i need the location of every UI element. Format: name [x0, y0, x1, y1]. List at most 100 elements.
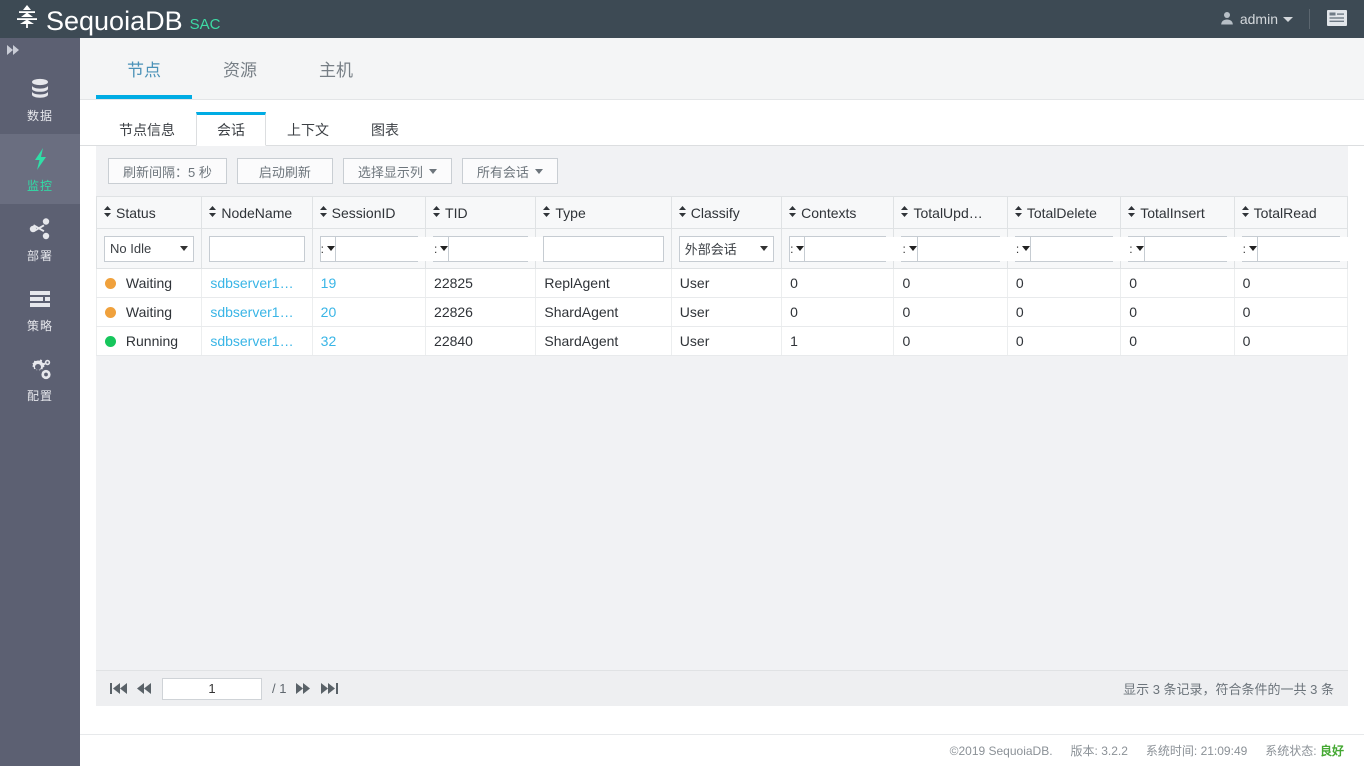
cell-contexts: 0	[781, 297, 895, 327]
cell-totalinsert: 0	[1120, 297, 1235, 327]
table-body: Waiting sdbserver1… 19 22825 ReplAgent U…	[95, 268, 1349, 356]
next-page-icon[interactable]	[296, 682, 311, 695]
operator-dropdown[interactable]: :	[790, 236, 806, 261]
brand-name: SequoiaDB	[46, 6, 183, 36]
column-header-label: SessionID	[331, 204, 396, 221]
operator-dropdown[interactable]: :	[434, 236, 450, 261]
node-name-link[interactable]: sdbserver1…	[210, 333, 293, 349]
sessions-panel: 刷新间隔：5 秒 启动刷新 选择显示列 所有会话 Status NodeName…	[95, 146, 1364, 706]
column-header-type[interactable]: Type	[535, 196, 672, 229]
column-header-label: TID	[445, 204, 468, 221]
totalinsert-filter-combo[interactable]: :	[1128, 235, 1329, 262]
node-name-link[interactable]: sdbserver1…	[210, 304, 293, 320]
session-id-link[interactable]: 20	[321, 304, 337, 320]
column-header-totalread[interactable]: TotalRead	[1233, 196, 1349, 229]
operator-dropdown[interactable]: :	[321, 236, 337, 261]
user-menu[interactable]: admin	[1220, 11, 1293, 28]
column-header-totalinsert[interactable]: TotalInsert	[1120, 196, 1235, 229]
column-header-label: TotalUpd…	[913, 204, 983, 221]
sidebar-item-data[interactable]: 数据	[0, 64, 80, 134]
cell-sessionid: 19	[311, 268, 427, 298]
chevron-down-icon	[1135, 246, 1144, 251]
table-row[interactable]: Waiting sdbserver1… 20 22826 ShardAgent …	[95, 297, 1349, 327]
subtab-node-info[interactable]: 节点信息	[98, 112, 196, 146]
system-time-label: 系统时间: 21:09:49	[1145, 744, 1248, 758]
column-header-totalupdate[interactable]: TotalUpd…	[893, 196, 1008, 229]
table-row[interactable]: Waiting sdbserver1… 19 22825 ReplAgent U…	[95, 268, 1349, 298]
filter-cell-totalinsert: :	[1120, 228, 1329, 269]
skip-to-last-icon[interactable]	[321, 682, 339, 695]
header-right: admin	[1220, 0, 1364, 38]
column-header-tid[interactable]: TID	[425, 196, 537, 229]
skip-to-first-icon[interactable]	[110, 682, 127, 695]
table-filter-row: No Idle :: 外部会话:::::	[95, 228, 1364, 269]
sidebar-item-deploy[interactable]: 部署	[0, 204, 80, 274]
session-id-link[interactable]: 19	[321, 275, 337, 291]
filter-cell-tid: :	[425, 228, 634, 269]
type-filter-input[interactable]	[543, 235, 664, 262]
sidebar-item-strategy[interactable]: 策略	[0, 274, 80, 344]
chevron-down-icon	[908, 246, 917, 251]
tab-nodes[interactable]: 节点	[96, 38, 192, 99]
refresh-interval-button[interactable]: 刷新间隔：5 秒	[108, 158, 227, 184]
column-header-classify[interactable]: Classify	[670, 196, 783, 229]
subtab-contexts[interactable]: 上下文	[266, 112, 350, 146]
column-header-nodename[interactable]: NodeName	[201, 196, 313, 229]
contexts-filter-combo[interactable]: :	[789, 235, 990, 262]
operator-label: :	[1129, 241, 1133, 256]
column-header-totaldelete[interactable]: TotalDelete	[1006, 196, 1122, 229]
chevron-down-icon	[440, 246, 449, 251]
sessionid-filter-combo[interactable]: :	[319, 235, 521, 262]
totalread-filter-combo[interactable]: :	[1241, 235, 1364, 262]
pagination-bar: / 1 显示 3 条记录，符合条件的一共 3 条	[96, 670, 1348, 706]
operator-dropdown[interactable]: :	[1243, 236, 1258, 261]
cell-nodename: sdbserver1…	[201, 268, 313, 298]
sessions-table-wrapper: Status NodeName SessionID TID Type Class…	[95, 196, 1364, 356]
column-header-label: NodeName	[221, 204, 293, 221]
cell-totalupdate: 0	[893, 268, 1008, 298]
status-label: Running	[125, 333, 179, 349]
cell-contexts: 0	[781, 268, 895, 298]
table-row[interactable]: Running sdbserver1… 32 22840 ShardAgent …	[95, 326, 1349, 356]
classify-filter-select[interactable]: 外部会话	[678, 235, 775, 262]
filter-cell-totaldelete: :	[1006, 228, 1216, 269]
column-header-status[interactable]: Status	[95, 196, 203, 229]
sidebar-item-monitor[interactable]: 监控	[0, 134, 80, 204]
page-number-input[interactable]	[162, 677, 262, 700]
operator-dropdown[interactable]: :	[1015, 236, 1032, 261]
tab-hosts[interactable]: 主机	[288, 38, 384, 99]
cell-status: Running	[95, 326, 203, 356]
node-name-link[interactable]: sdbserver1…	[210, 275, 293, 291]
operator-dropdown[interactable]: :	[902, 236, 918, 261]
subtab-charts[interactable]: 图表	[350, 112, 420, 146]
column-header-contexts[interactable]: Contexts	[781, 196, 895, 229]
status-filter-select[interactable]: No Idle	[104, 235, 195, 262]
select-columns-dropdown[interactable]: 选择显示列	[342, 158, 452, 184]
column-header-sessionid[interactable]: SessionID	[311, 196, 427, 229]
chevron-down-icon	[1283, 16, 1293, 22]
operator-label: :	[1015, 241, 1020, 256]
session-id-link[interactable]: 32	[321, 333, 337, 349]
totaldelete-filter-combo[interactable]: :	[1014, 235, 1216, 262]
start-refresh-button[interactable]: 启动刷新	[236, 158, 333, 184]
previous-page-icon[interactable]	[137, 682, 152, 695]
sidebar-collapse-toggle[interactable]	[0, 38, 80, 64]
list-menu-icon[interactable]	[1326, 9, 1348, 30]
operator-dropdown[interactable]: :	[1129, 236, 1145, 261]
subtab-label: 会话	[217, 122, 245, 138]
totalupdate-filter-combo[interactable]: :	[901, 235, 1102, 262]
tree-logo-icon	[14, 3, 40, 32]
cell-totalread: 0	[1233, 297, 1349, 327]
sort-icon	[788, 204, 797, 220]
totalread-filter-input[interactable]	[1257, 236, 1364, 261]
sidebar-item-config[interactable]: 配置	[0, 344, 80, 414]
tid-filter-combo[interactable]: :	[433, 235, 634, 262]
subtab-sessions[interactable]: 会话	[196, 112, 266, 146]
tab-resources[interactable]: 资源	[192, 38, 288, 99]
all-sessions-dropdown[interactable]: 所有会话	[461, 158, 558, 184]
all-sessions-label: 所有会话	[476, 164, 529, 180]
chevron-down-icon	[180, 246, 189, 251]
status-dot-icon	[105, 278, 116, 289]
nodename-filter-input[interactable]	[209, 235, 305, 262]
status-dot-icon	[105, 336, 116, 347]
